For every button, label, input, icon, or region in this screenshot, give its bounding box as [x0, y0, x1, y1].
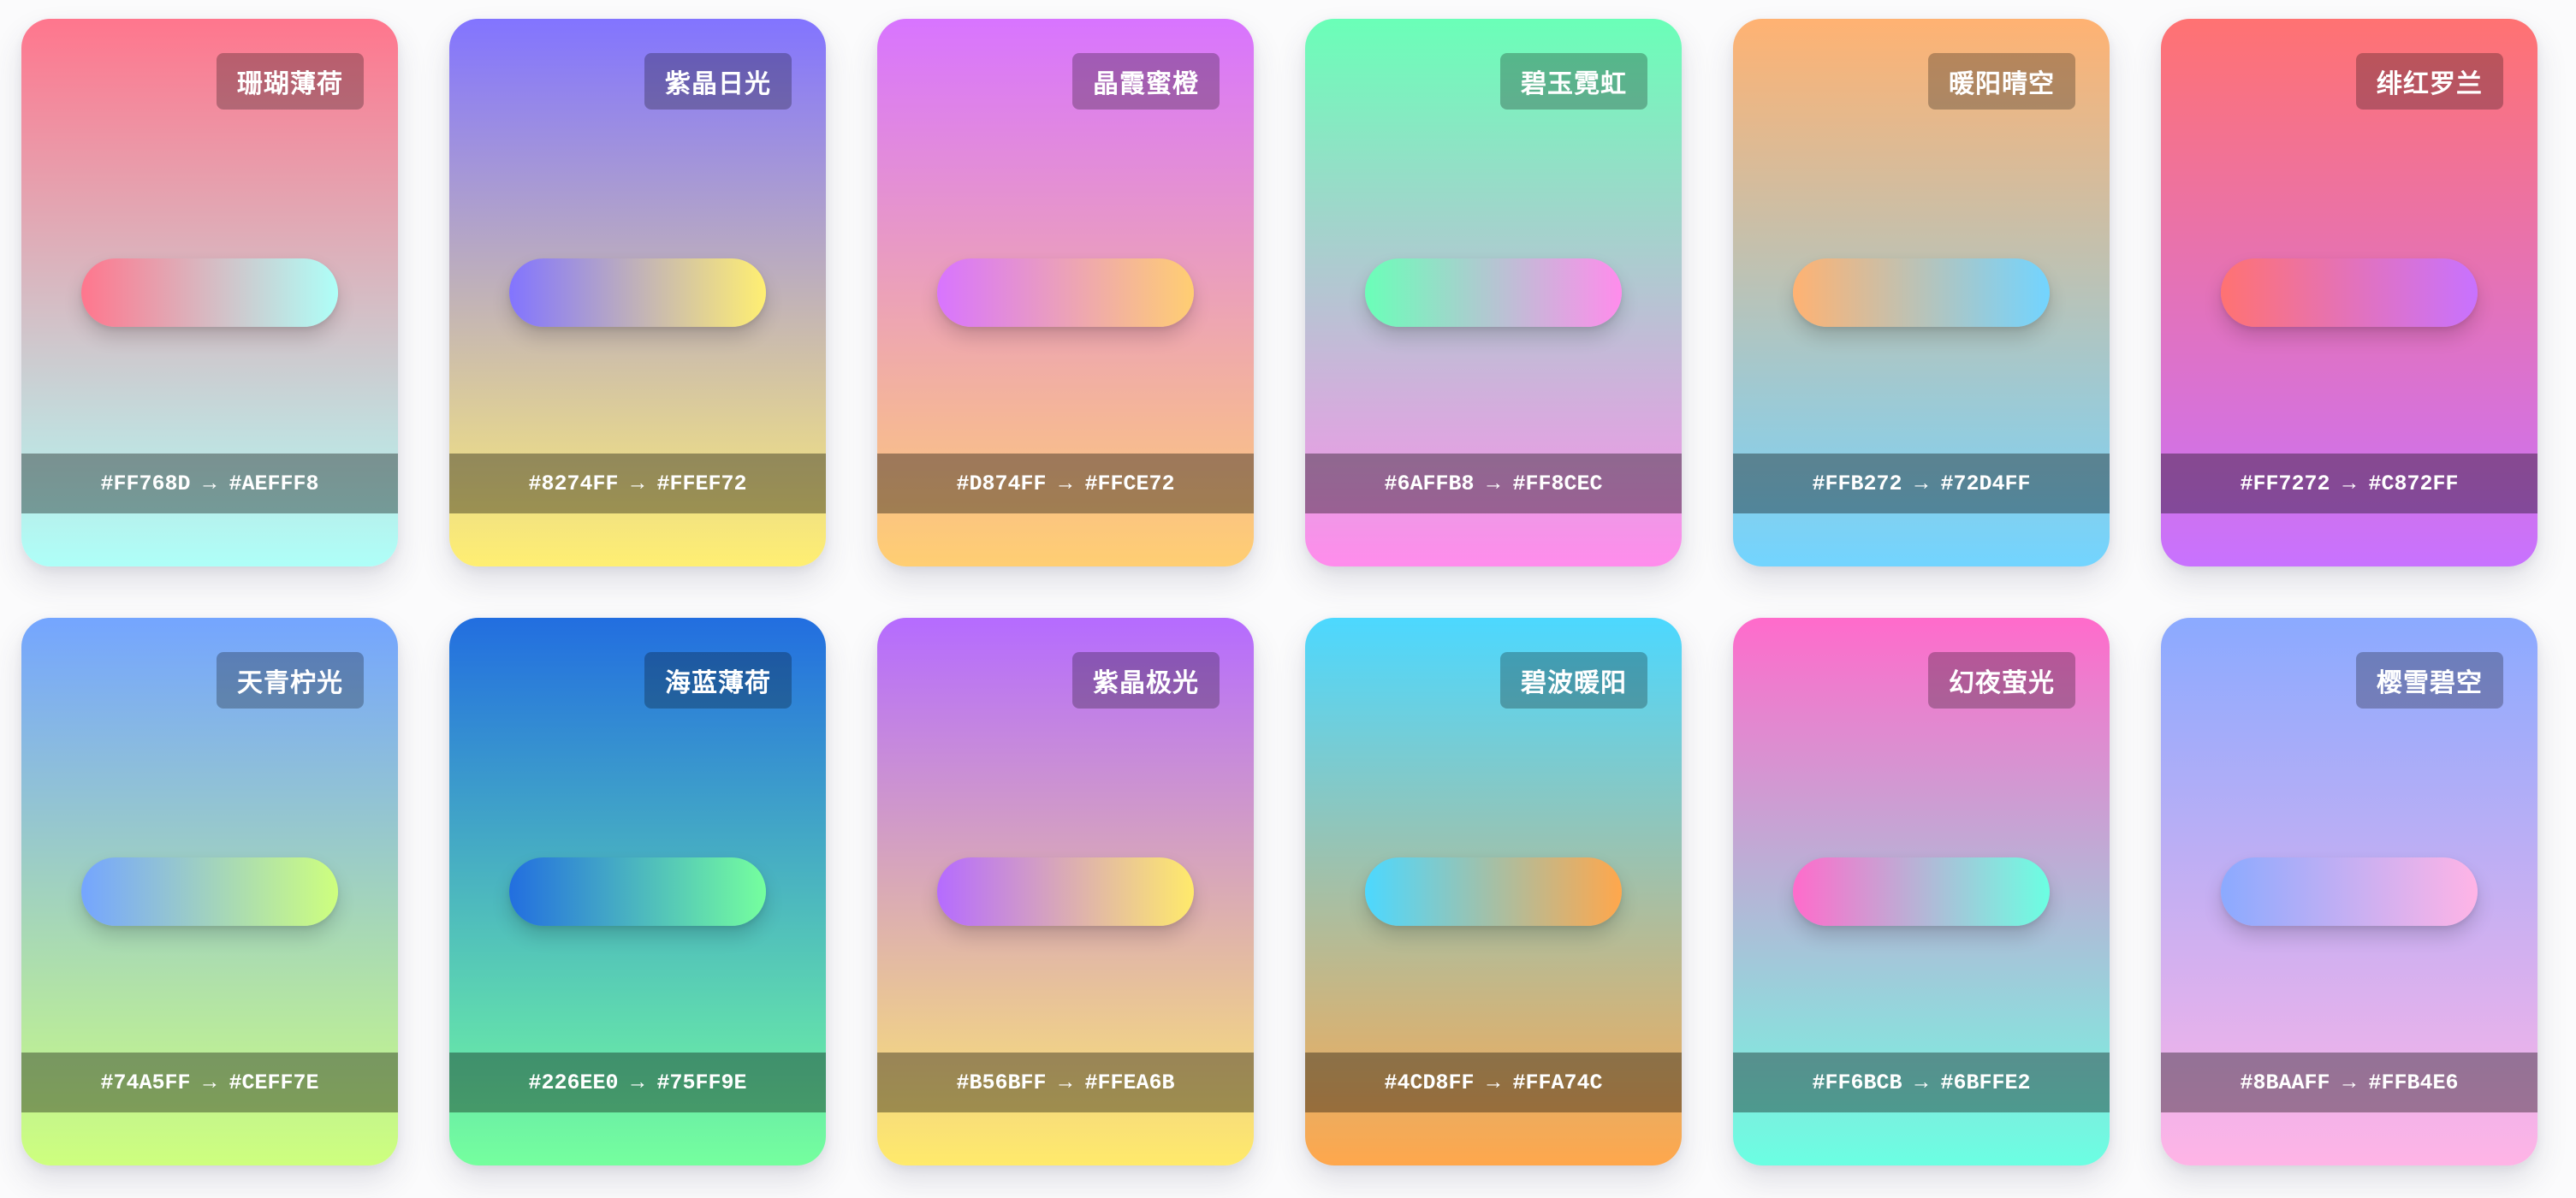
- gradient-preview-pill: [937, 258, 1194, 327]
- gradient-card[interactable]: 紫晶极光 #B56BFF → #FFEA6B: [877, 618, 1254, 1165]
- gradient-preview-pill: [81, 258, 338, 327]
- gradient-preview-pill: [1365, 258, 1622, 327]
- gradient-card[interactable]: 珊瑚薄荷 #FF768D → #AEFFF8: [21, 19, 398, 566]
- gradient-code-label[interactable]: #8BAAFF → #FFB4E6: [2161, 1053, 2537, 1112]
- gradient-code-label[interactable]: #4CD8FF → #FFA74C: [1305, 1053, 1682, 1112]
- gradient-code-label[interactable]: #8274FF → #FFEF72: [449, 454, 826, 513]
- gradient-code-label[interactable]: #B56BFF → #FFEA6B: [877, 1053, 1254, 1112]
- gradient-card[interactable]: 晶霞蜜橙 #D874FF → #FFCE72: [877, 19, 1254, 566]
- gradient-card[interactable]: 幻夜萤光 #FF6BCB → #6BFFE2: [1733, 618, 2110, 1165]
- gradient-name-badge: 绯红罗兰: [2356, 53, 2503, 110]
- gradient-name-badge: 紫晶日光: [644, 53, 792, 110]
- gradient-preview-pill: [937, 857, 1194, 926]
- gradient-name-badge: 紫晶极光: [1072, 652, 1220, 709]
- gradient-code-label[interactable]: #226EE0 → #75FF9E: [449, 1053, 826, 1112]
- gradient-name-badge: 暖阳晴空: [1928, 53, 2075, 110]
- gradient-preview-pill: [2221, 857, 2478, 926]
- gradient-card[interactable]: 绯红罗兰 #FF7272 → #C872FF: [2161, 19, 2537, 566]
- gradient-code-label[interactable]: #FF768D → #AEFFF8: [21, 454, 398, 513]
- gradient-name-badge: 海蓝薄荷: [644, 652, 792, 709]
- gradient-card[interactable]: 碧波暖阳 #4CD8FF → #FFA74C: [1305, 618, 1682, 1165]
- gradient-preview-pill: [509, 258, 766, 327]
- gradient-name-badge: 珊瑚薄荷: [217, 53, 364, 110]
- gradient-preview-pill: [81, 857, 338, 926]
- gradient-preview-pill: [1793, 258, 2050, 327]
- gradient-code-label[interactable]: #6AFFB8 → #FF8CEC: [1305, 454, 1682, 513]
- gradient-code-label[interactable]: #FF7272 → #C872FF: [2161, 454, 2537, 513]
- gradient-card[interactable]: 紫晶日光 #8274FF → #FFEF72: [449, 19, 826, 566]
- gradient-name-badge: 晶霞蜜橙: [1072, 53, 1220, 110]
- gradient-code-label[interactable]: #74A5FF → #CEFF7E: [21, 1053, 398, 1112]
- gradient-name-badge: 碧玉霓虹: [1500, 53, 1647, 110]
- gradient-preview-pill: [1793, 857, 2050, 926]
- gradient-card[interactable]: 海蓝薄荷 #226EE0 → #75FF9E: [449, 618, 826, 1165]
- gradient-card[interactable]: 碧玉霓虹 #6AFFB8 → #FF8CEC: [1305, 19, 1682, 566]
- gradient-name-badge: 碧波暖阳: [1500, 652, 1647, 709]
- gradient-card[interactable]: 天青柠光 #74A5FF → #CEFF7E: [21, 618, 398, 1165]
- gradient-preview-pill: [509, 857, 766, 926]
- gradient-card[interactable]: 樱雪碧空 #8BAAFF → #FFB4E6: [2161, 618, 2537, 1165]
- gradient-name-badge: 幻夜萤光: [1928, 652, 2075, 709]
- gradient-preview-pill: [2221, 258, 2478, 327]
- gradient-name-badge: 樱雪碧空: [2356, 652, 2503, 709]
- gradient-card[interactable]: 暖阳晴空 #FFB272 → #72D4FF: [1733, 19, 2110, 566]
- gradient-name-badge: 天青柠光: [217, 652, 364, 709]
- gradient-code-label[interactable]: #FFB272 → #72D4FF: [1733, 454, 2110, 513]
- gradient-code-label[interactable]: #D874FF → #FFCE72: [877, 454, 1254, 513]
- gradient-code-label[interactable]: #FF6BCB → #6BFFE2: [1733, 1053, 2110, 1112]
- gradient-palette-grid: 珊瑚薄荷 #FF768D → #AEFFF8 紫晶日光 #8274FF → #FFEF…: [0, 0, 2576, 1198]
- gradient-preview-pill: [1365, 857, 1622, 926]
